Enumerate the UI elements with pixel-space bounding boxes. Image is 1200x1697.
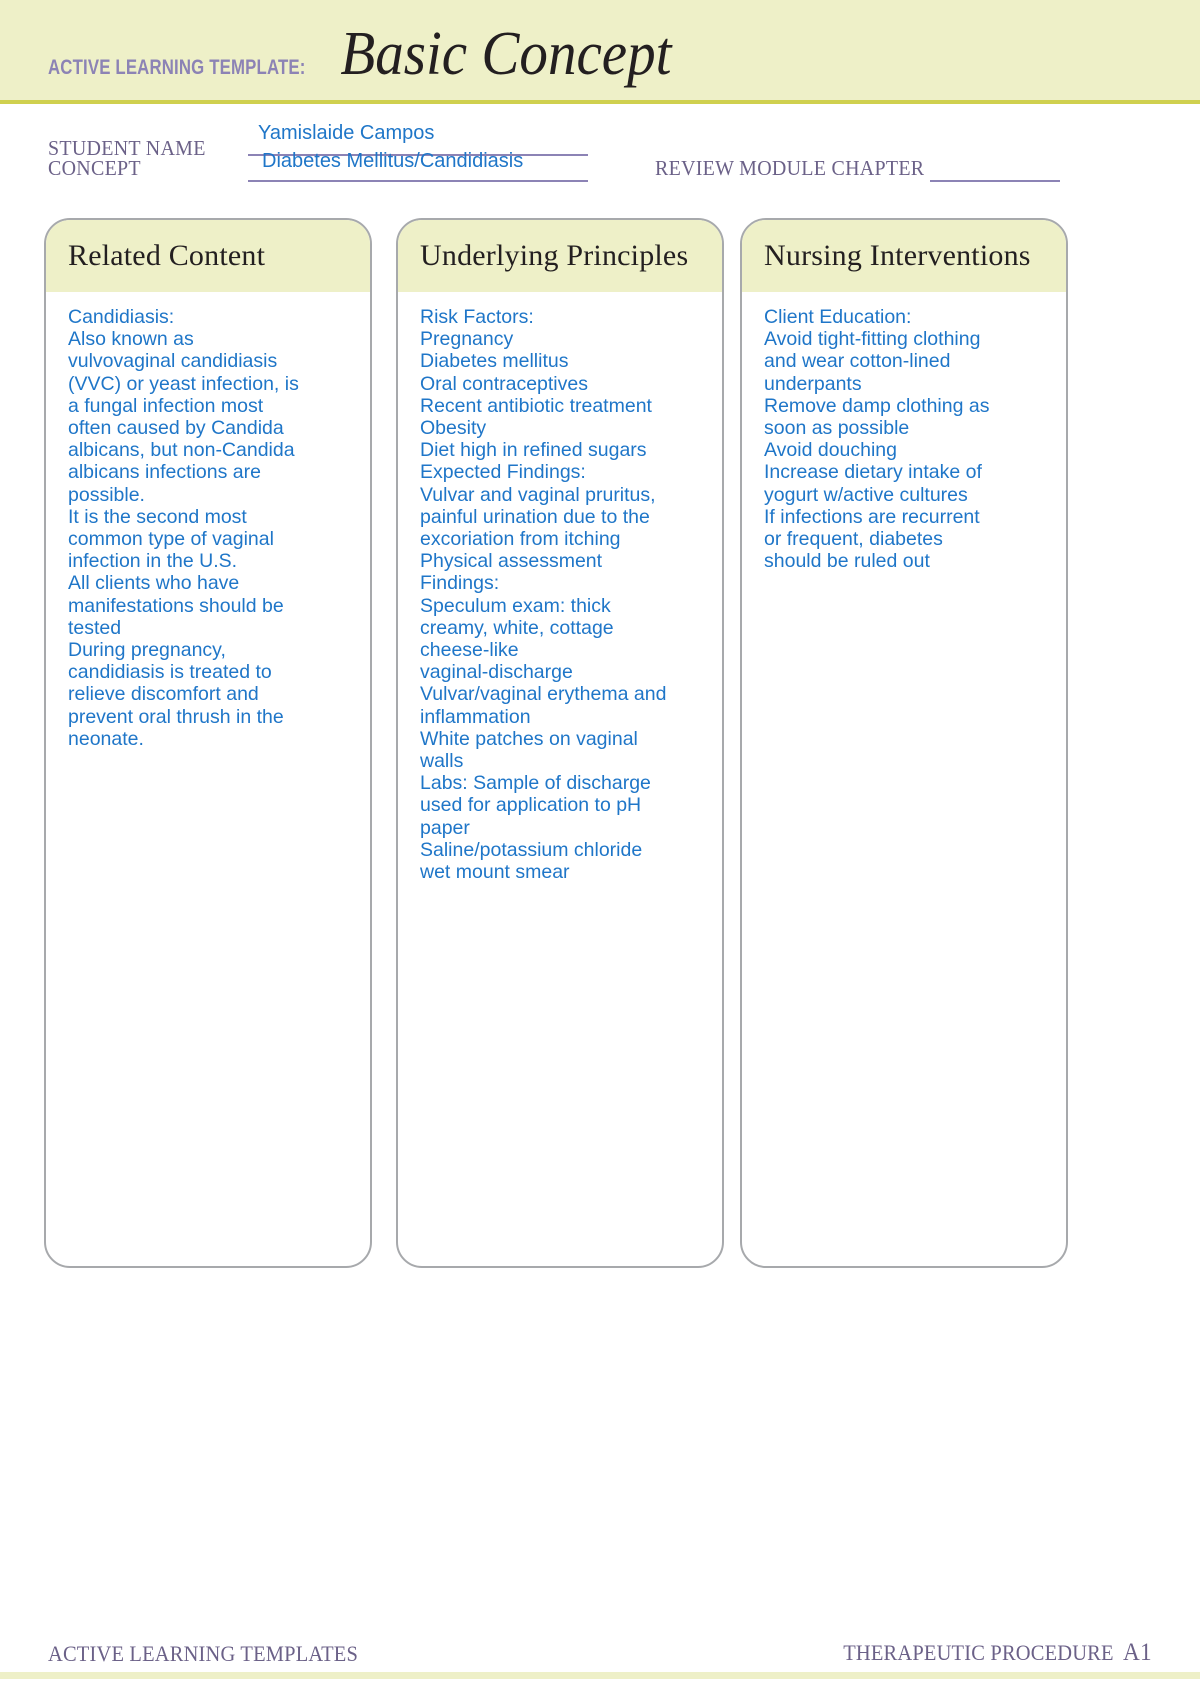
card-line: (VVC) or yeast infection, is — [68, 372, 299, 395]
card-nursing-interventions: Nursing Interventions Client Education: … — [740, 218, 1068, 1268]
student-name-field[interactable]: Yamislaide Campos — [258, 122, 434, 145]
card-line: wet mount smear — [420, 861, 570, 884]
card-line: creamy, white, cottage — [420, 616, 614, 639]
card-line: infection in the U.S. — [68, 550, 238, 573]
card-underlying-principles: Underlying Principles Risk Factors: Preg… — [396, 218, 724, 1268]
card-line: Vulvar/vaginal erythema and — [420, 683, 667, 706]
card-line: Recent antibiotic treatment — [420, 394, 652, 417]
card-line: common type of vaginal — [68, 528, 274, 551]
page-footer: ACTIVE LEARNING TEMPLATES THERAPEUTIC PR… — [0, 1627, 1200, 1697]
banner-title-group: ACTIVE LEARNING TEMPLATE: Basic Concept — [48, 19, 686, 90]
card-line: or frequent, diabetes — [764, 528, 943, 551]
card-line: paper — [420, 816, 470, 839]
card-line: All clients who have — [68, 572, 240, 595]
meta-fields: STUDENT NAME CONCEPT REVIEW MODULE CHAPT… — [0, 104, 1200, 200]
card-line: Diet high in refined sugars — [420, 439, 647, 462]
card-line: inflammation — [420, 705, 531, 728]
footer-brand: ACTIVE LEARNING TEMPLATES — [48, 1641, 359, 1666]
review-module-chapter-label: REVIEW MODULE CHAPTER — [655, 156, 925, 180]
card-line: Vulvar and vaginal pruritus, — [420, 483, 656, 506]
review-module-chapter-underline — [930, 180, 1060, 182]
card-line: walls — [420, 750, 464, 773]
card-line: Labs: Sample of discharge — [420, 772, 651, 795]
card-line: painful urination due to the — [420, 505, 650, 528]
template-type-label: ACTIVE LEARNING TEMPLATE: — [48, 56, 306, 79]
card-line: Expected Findings: — [420, 461, 586, 484]
card-line: Findings: — [420, 572, 500, 595]
card-line: candidiasis is treated to — [68, 661, 272, 684]
concept-underline — [248, 180, 588, 182]
card-line: prevent oral thrush in the — [68, 705, 284, 728]
card-line: underpants — [764, 372, 862, 395]
card-line: Physical assessment — [420, 550, 603, 573]
card-header-nursing-interventions: Nursing Interventions — [742, 220, 1066, 292]
card-line: Client Education: — [764, 306, 912, 328]
card-line: Risk Factors: — [420, 306, 534, 328]
card-line: soon as possible — [764, 417, 910, 440]
card-related-content: Related Content Candidiasis: Also known … — [44, 218, 372, 1268]
card-line: Speculum exam: thick — [420, 594, 611, 617]
card-line: should be ruled out — [764, 550, 930, 573]
card-body-underlying-principles[interactable]: Risk Factors: Pregnancy Diabetes mellitu… — [398, 292, 722, 883]
card-title: Related Content — [68, 239, 266, 272]
card-line: neonate. — [68, 727, 144, 750]
card-line: Diabetes mellitus — [420, 350, 569, 373]
card-line: Obesity — [420, 417, 487, 440]
card-line: manifestations should be — [68, 594, 284, 617]
concept-label: CONCEPT — [48, 156, 141, 180]
card-line: Pregnancy — [420, 328, 514, 351]
card-title: Nursing Interventions — [764, 239, 1031, 272]
page-code: A1 — [1123, 1639, 1152, 1666]
card-title: Underlying Principles — [420, 239, 689, 272]
card-line: vulvovaginal candidiasis — [68, 350, 278, 373]
card-line: vaginal-discharge — [420, 661, 573, 684]
card-line: albicans infections are — [68, 461, 261, 484]
card-line: and wear cotton-lined — [764, 350, 951, 373]
card-line: excoriation from itching — [420, 528, 621, 551]
card-line: Saline/potassium chloride — [420, 838, 643, 861]
template-title: Basic Concept — [340, 20, 672, 88]
card-line: During pregnancy, — [68, 639, 226, 662]
card-line: albicans, but non-Candida — [68, 439, 295, 462]
content-cards: Related Content Candidiasis: Also known … — [0, 218, 1200, 1268]
card-line: often caused by Candida — [68, 417, 284, 440]
card-line: White patches on vaginal — [420, 727, 638, 750]
footer-category: THERAPEUTIC PROCEDURE — [843, 1640, 1114, 1665]
card-header-related-content: Related Content — [46, 220, 370, 292]
card-line: a fungal infection most — [68, 394, 264, 417]
card-line: Avoid douching — [764, 439, 897, 462]
footer-accent-rule — [0, 1672, 1200, 1679]
card-line: cheese-like — [420, 639, 519, 662]
card-body-nursing-interventions[interactable]: Client Education: Avoid tight-fitting cl… — [742, 292, 1066, 572]
card-line: If infections are recurrent — [764, 505, 980, 528]
card-line: relieve discomfort and — [68, 683, 259, 706]
template-banner: ACTIVE LEARNING TEMPLATE: Basic Concept — [0, 0, 1200, 104]
card-line: It is the second most — [68, 505, 247, 528]
card-header-underlying-principles: Underlying Principles — [398, 220, 722, 292]
card-line: Oral contraceptives — [420, 372, 588, 395]
card-body-related-content[interactable]: Candidiasis: Also known as vulvovaginal … — [46, 292, 370, 750]
card-line: yogurt w/active cultures — [764, 483, 968, 506]
footer-category-group: THERAPEUTIC PROCEDURE A1 — [843, 1639, 1152, 1667]
card-line: possible. — [68, 483, 145, 506]
card-line: tested — [68, 616, 122, 639]
card-line: used for application to pH — [420, 794, 642, 817]
card-line: Candidiasis: — [68, 306, 175, 328]
concept-field[interactable]: Diabetes Mellitus/Candidiasis — [262, 150, 523, 173]
card-line: Remove damp clothing as — [764, 394, 990, 417]
card-line: Avoid tight-fitting clothing — [764, 328, 981, 351]
card-line: Increase dietary intake of — [764, 461, 982, 484]
card-line: Also known as — [68, 328, 194, 351]
